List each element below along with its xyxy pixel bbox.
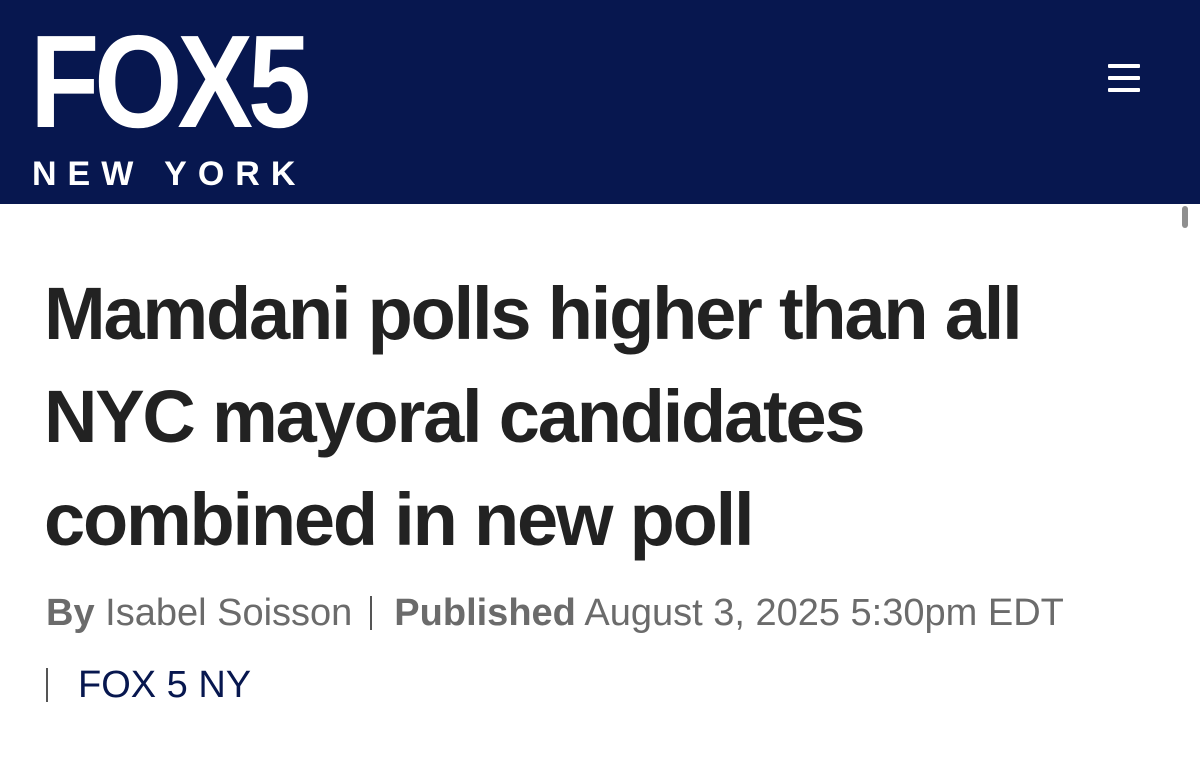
source-link[interactable]: FOX 5 NY <box>78 664 251 706</box>
article-source: FOX 5 NY <box>46 662 251 708</box>
menu-bar <box>1108 64 1140 68</box>
article-headline: Mamdani polls higher than all NYC mayora… <box>44 272 1023 561</box>
fox5-logo[interactable]: FOX5 NEW YORK <box>30 8 360 193</box>
menu-bar <box>1108 88 1140 92</box>
by-label: By <box>46 592 95 634</box>
site-header: FOX5 NEW YORK <box>0 0 1200 204</box>
published-date: August 3, 2025 5:30pm EDT <box>584 592 1064 634</box>
logo-wordmark: FOX5 <box>30 8 311 155</box>
logo-location: NEW YORK <box>32 155 307 193</box>
hamburger-menu-icon[interactable] <box>1104 60 1144 96</box>
author-name[interactable]: Isabel Soisson <box>105 592 352 634</box>
menu-bar <box>1108 76 1140 80</box>
article-page: FOX5 NEW YORK Mamdani polls higher than … <box>0 0 1200 780</box>
scrollbar-thumb[interactable] <box>1182 206 1188 228</box>
byline-divider <box>370 596 373 630</box>
published-label: Published <box>394 592 576 634</box>
article-byline: By Isabel Soisson Published August 3, 202… <box>46 590 1166 636</box>
source-divider <box>46 668 48 702</box>
